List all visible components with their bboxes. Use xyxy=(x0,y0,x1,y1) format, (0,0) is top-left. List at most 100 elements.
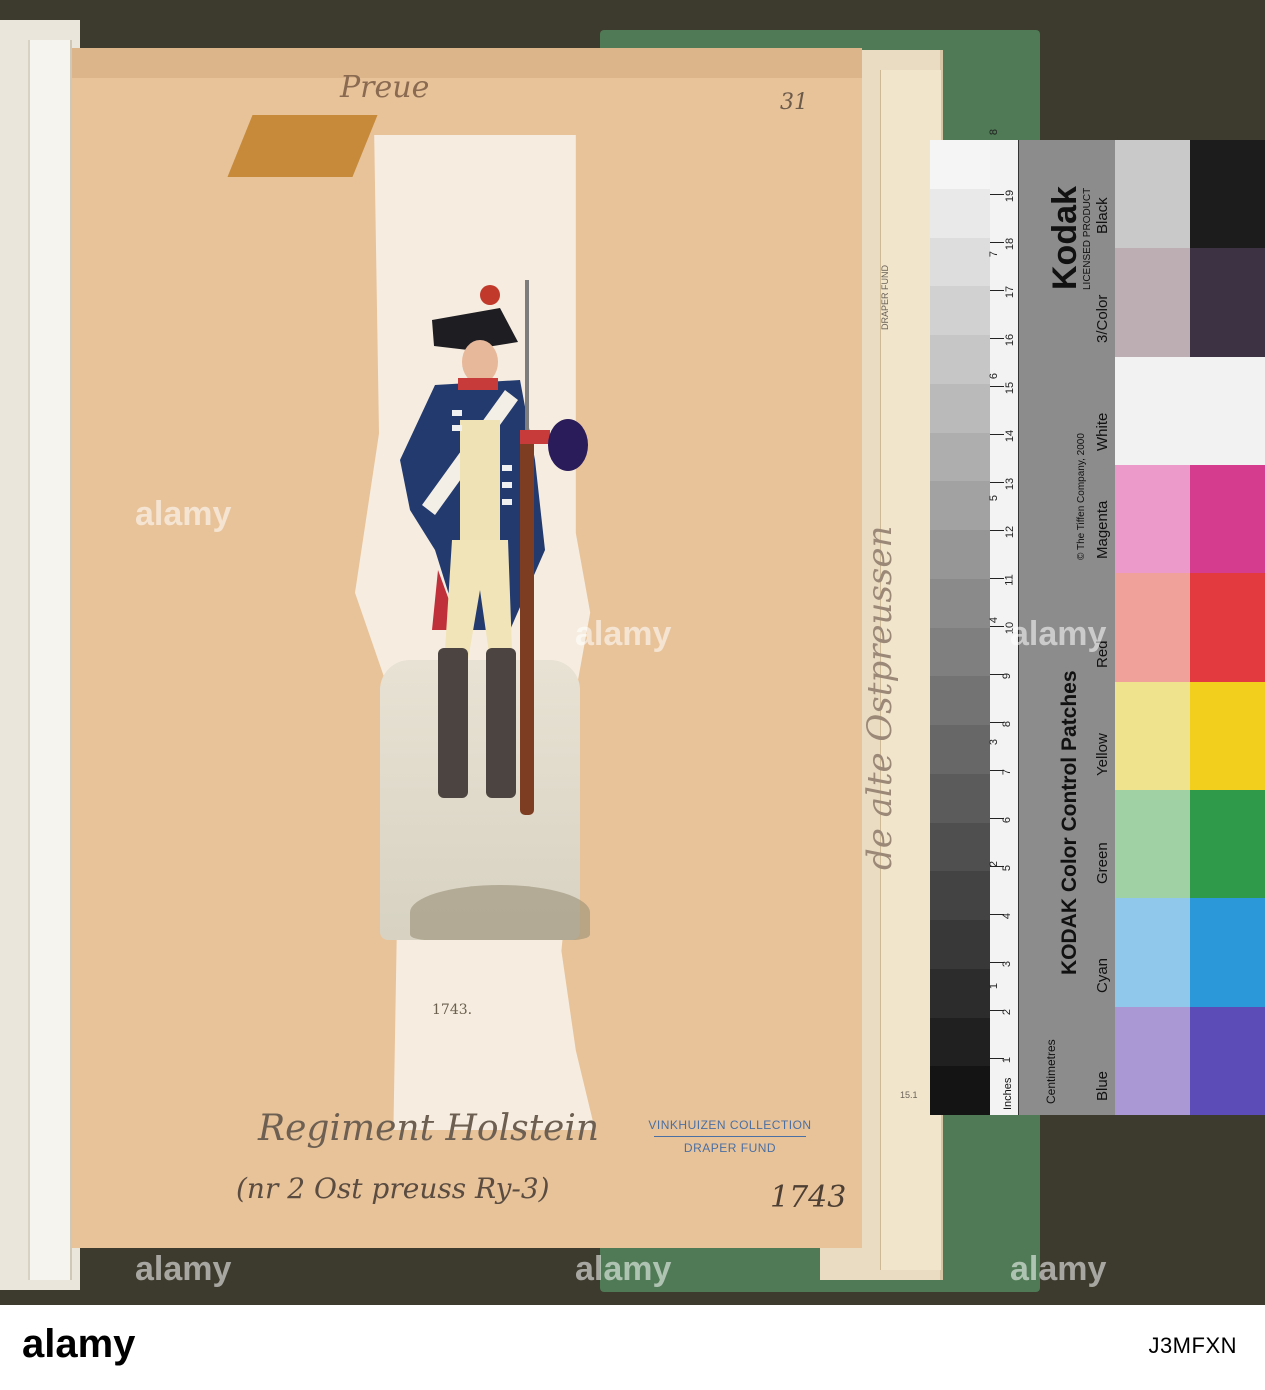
gray-step xyxy=(930,140,990,189)
watermark-text: alamy xyxy=(135,1250,232,1288)
patch-label-magenta: Magenta xyxy=(1094,500,1111,560)
regiment-handwriting: Regiment Holstein xyxy=(258,1108,600,1149)
color-patches xyxy=(1115,140,1265,1115)
cm-tick-label: 18 xyxy=(1004,237,1017,251)
patch-white xyxy=(1190,356,1265,465)
patch-black xyxy=(1190,140,1265,249)
gray-step xyxy=(930,822,990,872)
year-handwriting: 1743 xyxy=(770,1180,847,1215)
stamp-collection: VINKHUIZEN COLLECTION xyxy=(648,1118,812,1132)
patch-magenta xyxy=(1190,465,1265,574)
cm-tick-label: 9 xyxy=(1001,672,1014,680)
cm-tick-label: 14 xyxy=(1004,429,1017,443)
cm-tick-label: 2 xyxy=(1001,1008,1014,1016)
ruler-tick xyxy=(990,434,1004,435)
watermark-text: alamy xyxy=(575,615,672,653)
patch-label-blue: Blue xyxy=(1094,1070,1111,1101)
gray-step xyxy=(930,627,990,677)
patch-green-light xyxy=(1115,790,1190,899)
cm-tick-label: 4 xyxy=(1001,912,1014,920)
gray-step xyxy=(930,237,990,287)
ruler-tick xyxy=(990,578,1004,579)
album-page-top-edge xyxy=(72,48,862,78)
note-handwriting: (nr 2 Ost preuss Ry-3) xyxy=(236,1172,550,1205)
inch-tick-label: 3 xyxy=(988,738,1001,746)
scan-photo: DRAPER FUND 15.1 de alte Ostpreussen Pre… xyxy=(0,0,1265,1305)
inch-tick-label: 5 xyxy=(988,494,1001,502)
patch-label-yellow: Yellow xyxy=(1094,733,1111,776)
licensed-product: LICENSED PRODUCT xyxy=(1082,187,1093,290)
patch-blue xyxy=(1190,1006,1265,1115)
patch-yellow xyxy=(1190,681,1265,790)
patch-cyan-light xyxy=(1115,898,1190,1007)
gray-step xyxy=(930,968,990,1018)
inch-tick-label: 8 xyxy=(988,128,1001,136)
page-number: 31 xyxy=(780,90,808,115)
gray-step xyxy=(930,188,990,238)
gray-step xyxy=(930,920,990,969)
cm-tick-label: 5 xyxy=(1001,864,1014,872)
stamp-divider xyxy=(654,1136,806,1137)
patch-label-cyan: Cyan xyxy=(1094,957,1111,993)
left-spine xyxy=(28,40,72,1280)
fold-number: 15.1 xyxy=(900,1090,918,1100)
watermark-text: alamy xyxy=(1010,1250,1107,1288)
stamp-fund: DRAPER FUND xyxy=(683,1141,777,1155)
ruler-tick xyxy=(990,626,1004,627)
watermark-text: alamy xyxy=(1010,615,1107,653)
patch-color3-light xyxy=(1115,248,1190,357)
cm-tick-label: 15 xyxy=(1004,381,1017,395)
patch-yellow-light xyxy=(1115,681,1190,790)
watermark-text: alamy xyxy=(575,1250,672,1288)
patch-black-light xyxy=(1115,140,1190,249)
inch-tick-label: 7 xyxy=(988,250,1001,258)
patch-blue-light xyxy=(1115,1006,1190,1115)
gray-step xyxy=(930,530,990,579)
gray-step xyxy=(930,1017,990,1067)
gray-scale-strip xyxy=(930,140,990,1115)
cm-tick-label: 19 xyxy=(1004,189,1017,203)
alamy-logo: alamy xyxy=(22,1322,136,1366)
ruler-tick xyxy=(990,194,1004,195)
patch-cyan xyxy=(1190,898,1265,1007)
plate-year: 1743. xyxy=(432,1002,473,1018)
patch-label-black: Black xyxy=(1094,197,1111,235)
gray-step xyxy=(930,871,990,920)
kodak-logo: Kodak xyxy=(1046,186,1084,290)
patch-green xyxy=(1190,790,1265,899)
patch-label-white: White xyxy=(1094,412,1111,451)
watermark-text: alamy xyxy=(135,495,232,533)
ruler-tick xyxy=(990,482,1004,483)
cm-tick-label: 3 xyxy=(1001,960,1014,968)
cm-tick-label: 1 xyxy=(1001,1056,1014,1064)
ruler-tick xyxy=(990,338,1004,339)
collection-stamp: VINKHUIZEN COLLECTION DRAPER FUND xyxy=(636,1118,824,1155)
ruler-tick xyxy=(990,530,1004,531)
cm-tick-label: 13 xyxy=(1004,477,1017,491)
patch-label-green: Green xyxy=(1094,842,1111,885)
gray-step xyxy=(930,481,990,530)
gray-step xyxy=(930,773,990,823)
gray-step xyxy=(930,383,990,433)
patch-label-3color: 3/Color xyxy=(1094,294,1111,343)
image-id: J3MFXN xyxy=(1148,1333,1237,1358)
cm-tick-label: 8 xyxy=(1001,720,1014,728)
gray-step xyxy=(930,335,990,384)
cm-tick-label: 16 xyxy=(1004,333,1017,347)
gray-step xyxy=(930,578,990,628)
ruler-tick xyxy=(990,290,1004,291)
cm-tick-label: 12 xyxy=(1004,525,1017,539)
tape-piece xyxy=(227,115,378,177)
label-inches: Inches xyxy=(1002,1077,1014,1110)
cm-tick-label: 6 xyxy=(1001,816,1014,824)
cm-tick-label: 7 xyxy=(1001,768,1014,776)
cm-tick-label: 17 xyxy=(1004,285,1017,299)
side-handwriting: de alte Ostpreussen xyxy=(860,525,900,870)
inch-tick-label: 2 xyxy=(988,860,1001,868)
gray-step xyxy=(930,286,990,335)
patch-white xyxy=(1115,356,1190,465)
watermark-bar xyxy=(0,1305,1265,1390)
patch-color3 xyxy=(1190,248,1265,357)
patch-red-light xyxy=(1115,573,1190,682)
card-title: KODAK Color Control Patches xyxy=(1058,670,1081,975)
